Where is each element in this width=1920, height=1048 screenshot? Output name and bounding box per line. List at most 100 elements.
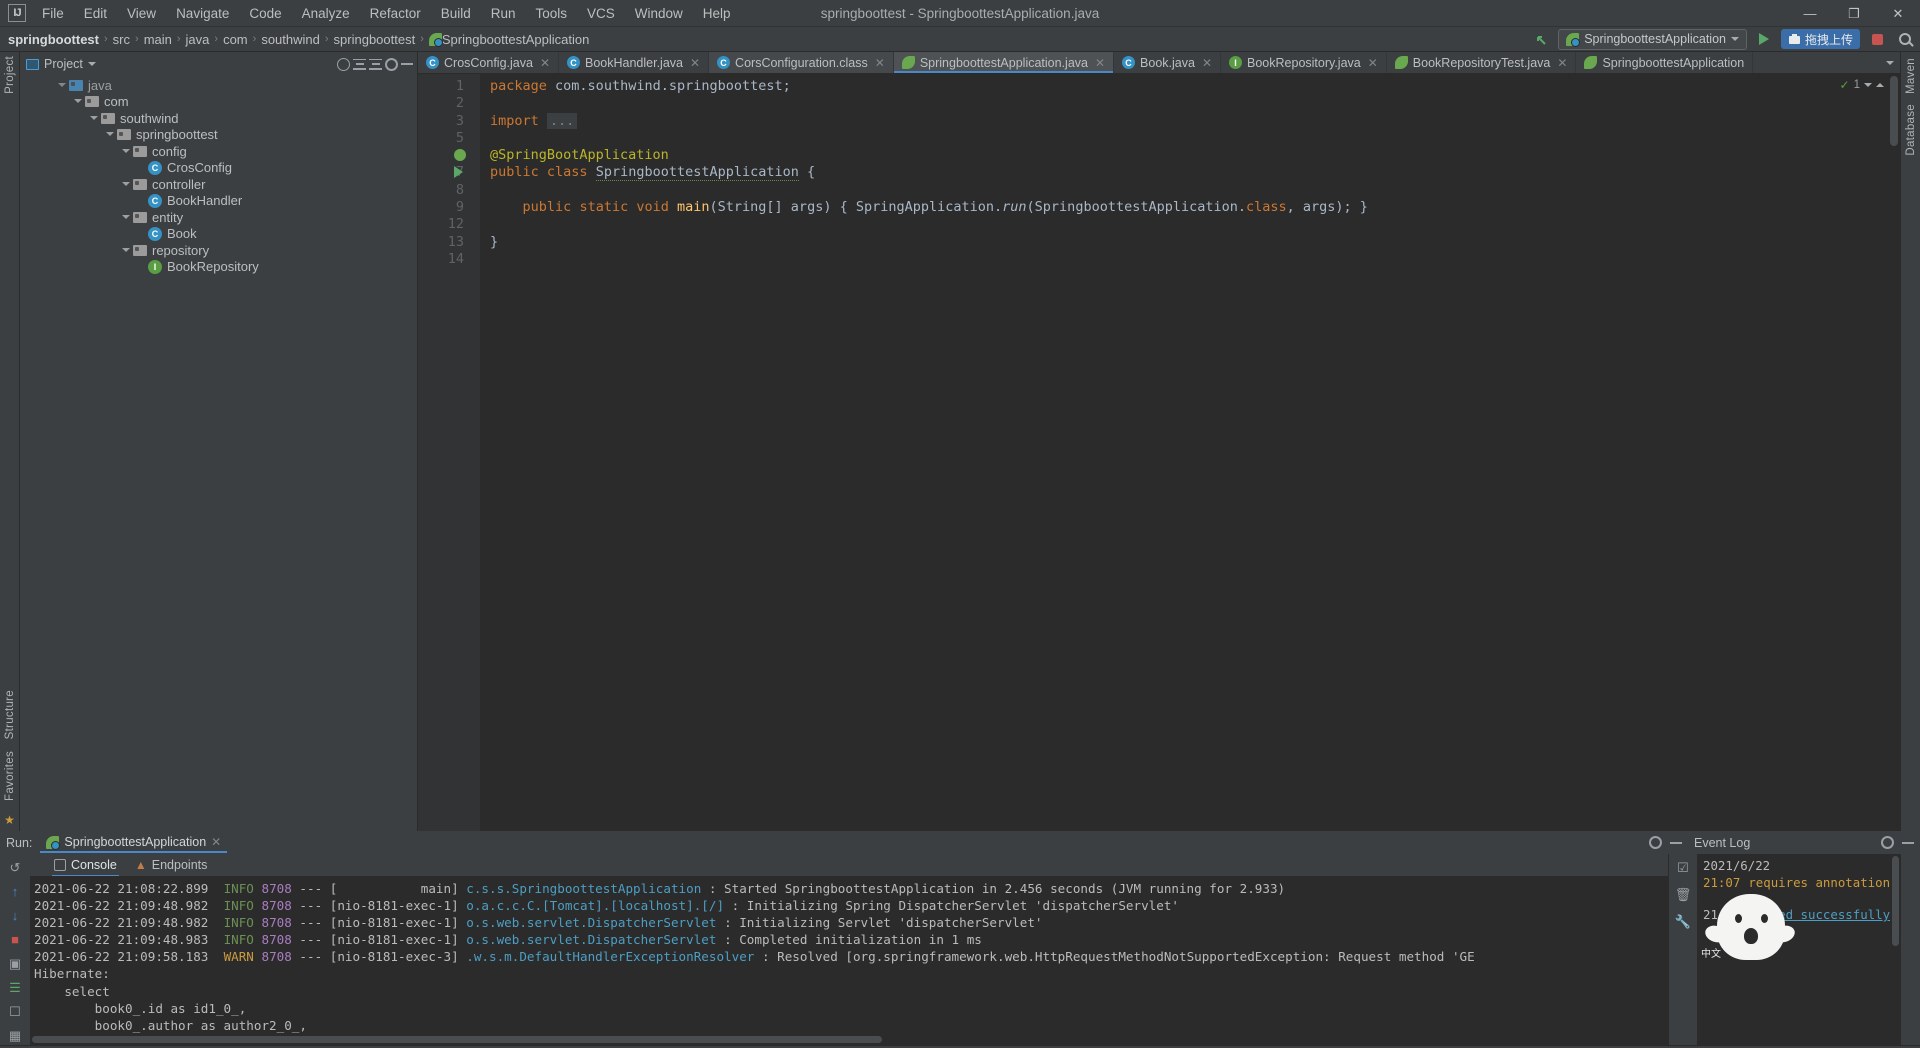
minimize-button[interactable]: — xyxy=(1788,0,1832,27)
menu-build[interactable]: Build xyxy=(431,3,481,24)
rail-item-favorites[interactable]: Favorites xyxy=(4,751,16,801)
scroll-up-icon[interactable]: ↑ xyxy=(8,884,23,899)
scroll-down-icon[interactable]: ↓ xyxy=(8,908,23,923)
tree-row[interactable]: com xyxy=(20,94,417,111)
breadcrumb-springboottest[interactable]: springboottest xyxy=(334,32,416,47)
run-configuration-selector[interactable]: SpringboottestApplication xyxy=(1558,28,1747,50)
gear-icon[interactable] xyxy=(1881,836,1894,849)
breadcrumb-src[interactable]: src xyxy=(113,32,130,47)
hide-panel-icon[interactable] xyxy=(1902,841,1914,844)
tree-row[interactable]: C CrosConfig xyxy=(20,160,417,177)
editor-gutter[interactable]: 1 2 3 5 6 7 8 9 12 13 14 xyxy=(418,74,470,831)
menu-run[interactable]: Run xyxy=(481,3,526,24)
thread-dump-icon[interactable]: ☰ xyxy=(8,980,23,995)
chevron-down-icon[interactable] xyxy=(72,96,83,107)
rail-item-project[interactable]: Project xyxy=(4,56,16,94)
chevron-down-icon[interactable] xyxy=(120,146,131,157)
menu-refactor[interactable]: Refactor xyxy=(360,3,431,24)
editor-tab-springboottestapplication[interactable]: SpringboottestApplication.java ✕ xyxy=(893,52,1115,73)
expand-all-icon[interactable] xyxy=(369,58,382,70)
tree-row[interactable]: C Book xyxy=(20,226,417,243)
collapse-all-icon[interactable] xyxy=(353,58,366,70)
chevron-down-icon[interactable] xyxy=(88,113,99,124)
chevron-up-icon[interactable] xyxy=(1876,83,1884,87)
breadcrumb-main[interactable]: main xyxy=(144,32,172,47)
tree-row[interactable]: controller xyxy=(20,176,417,193)
tree-row[interactable]: I BookRepository xyxy=(20,259,417,276)
tab-endpoints[interactable]: ▲ Endpoints xyxy=(133,856,210,875)
gutter-markers[interactable] xyxy=(454,74,480,831)
import-fold-icon[interactable]: ... xyxy=(546,112,578,129)
scroll-from-source-icon[interactable] xyxy=(337,57,350,71)
menu-navigate[interactable]: Navigate xyxy=(166,3,239,24)
editor-tab-bookrepository[interactable]: I BookRepository.java ✕ xyxy=(1221,52,1387,73)
close-button[interactable]: ✕ xyxy=(1876,0,1920,27)
run-config-tab[interactable]: SpringboottestApplication ✕ xyxy=(40,833,228,853)
breadcrumb-class[interactable]: SpringboottestApplication xyxy=(428,32,589,47)
editor-tab-springboottestapplication-2[interactable]: SpringboottestApplication xyxy=(1576,52,1754,73)
editor-tab-bookrepositorytest[interactable]: BookRepositoryTest.java ✕ xyxy=(1387,52,1577,73)
tree-row[interactable]: config xyxy=(20,143,417,160)
upload-button[interactable]: 拖拽上传 xyxy=(1780,29,1860,49)
close-icon[interactable]: ✕ xyxy=(211,835,221,849)
breadcrumb-project[interactable]: springboottest xyxy=(8,32,99,47)
chevron-down-icon[interactable] xyxy=(56,80,67,91)
console-scrollbar-vertical[interactable] xyxy=(1658,876,1668,1033)
chevron-down-icon[interactable] xyxy=(1886,60,1894,65)
tree-row[interactable]: springboottest xyxy=(20,127,417,144)
close-icon[interactable]: ✕ xyxy=(1202,56,1212,70)
tab-console[interactable]: Console xyxy=(52,856,119,877)
menu-view[interactable]: View xyxy=(117,3,166,24)
menu-tools[interactable]: Tools xyxy=(526,3,578,24)
editor-tab-corsconfiguration[interactable]: C CorsConfiguration.class ✕ xyxy=(709,52,894,73)
chevron-down-icon[interactable] xyxy=(104,129,115,140)
editor-tab-bookhandler[interactable]: C BookHandler.java ✕ xyxy=(559,52,710,73)
search-everywhere-button[interactable] xyxy=(1894,29,1916,50)
close-icon[interactable]: ✕ xyxy=(1368,56,1378,70)
stop-button[interactable] xyxy=(1866,29,1888,50)
camera-icon[interactable]: ▣ xyxy=(8,956,23,971)
rail-item-database[interactable]: Database xyxy=(1905,104,1917,156)
grid-icon[interactable]: ▦ xyxy=(8,1028,23,1043)
gear-icon[interactable] xyxy=(1649,836,1662,849)
settings-icon[interactable]: 🔧 xyxy=(1675,914,1691,929)
tree-row[interactable]: C BookHandler xyxy=(20,193,417,210)
console-output[interactable]: 2021-06-22 21:08:22.899 INFO 8708 --- [ … xyxy=(30,876,1668,1045)
chevron-down-icon[interactable] xyxy=(120,245,131,256)
chevron-down-icon[interactable] xyxy=(120,212,131,223)
back-arrow-icon[interactable] xyxy=(1530,29,1552,50)
gear-icon[interactable] xyxy=(385,57,398,71)
tree-row[interactable]: java xyxy=(20,77,417,94)
menu-code[interactable]: Code xyxy=(239,3,291,24)
rail-item-structure[interactable]: Structure xyxy=(4,690,16,739)
scrollbar-thumb[interactable] xyxy=(1892,856,1899,946)
event-log-scrollbar[interactable] xyxy=(1891,854,1900,1045)
close-icon[interactable]: ✕ xyxy=(1557,56,1567,70)
rail-item-maven[interactable]: Maven xyxy=(1905,58,1917,94)
hide-panel-icon[interactable] xyxy=(1670,841,1682,844)
close-icon[interactable]: ✕ xyxy=(875,56,885,70)
menu-vcs[interactable]: VCS xyxy=(577,3,625,24)
menu-window[interactable]: Window xyxy=(625,3,693,24)
project-tree[interactable]: java com southwind springboottest config… xyxy=(20,76,417,831)
hide-panel-icon[interactable] xyxy=(401,63,413,65)
run-gutter-icon[interactable] xyxy=(454,166,463,179)
scrollbar-thumb[interactable] xyxy=(1890,76,1898,146)
chevron-down-icon[interactable] xyxy=(1864,83,1872,87)
tree-row[interactable]: entity xyxy=(20,209,417,226)
close-icon[interactable]: ✕ xyxy=(1095,56,1105,70)
chevron-down-icon[interactable] xyxy=(87,62,96,66)
mark-read-icon[interactable]: ☑ xyxy=(1676,860,1691,875)
scrollbar-thumb[interactable] xyxy=(32,1036,882,1043)
editor-tab-crosconfig[interactable]: C CrosConfig.java ✕ xyxy=(418,52,559,73)
console-scrollbar-horizontal[interactable] xyxy=(30,1034,1658,1045)
close-icon[interactable]: ✕ xyxy=(540,56,550,70)
inspection-widget[interactable]: ✓ 1 xyxy=(1840,78,1884,92)
maximize-button[interactable]: ❐ xyxy=(1832,0,1876,27)
stop-icon[interactable]: ■ xyxy=(8,932,23,947)
code-editor[interactable]: 1 2 3 5 6 7 8 9 12 13 14 xyxy=(418,74,1900,831)
tree-row[interactable]: southwind xyxy=(20,110,417,127)
menu-help[interactable]: Help xyxy=(693,3,741,24)
chevron-down-icon[interactable] xyxy=(120,179,131,190)
menu-file[interactable]: File xyxy=(32,3,74,24)
